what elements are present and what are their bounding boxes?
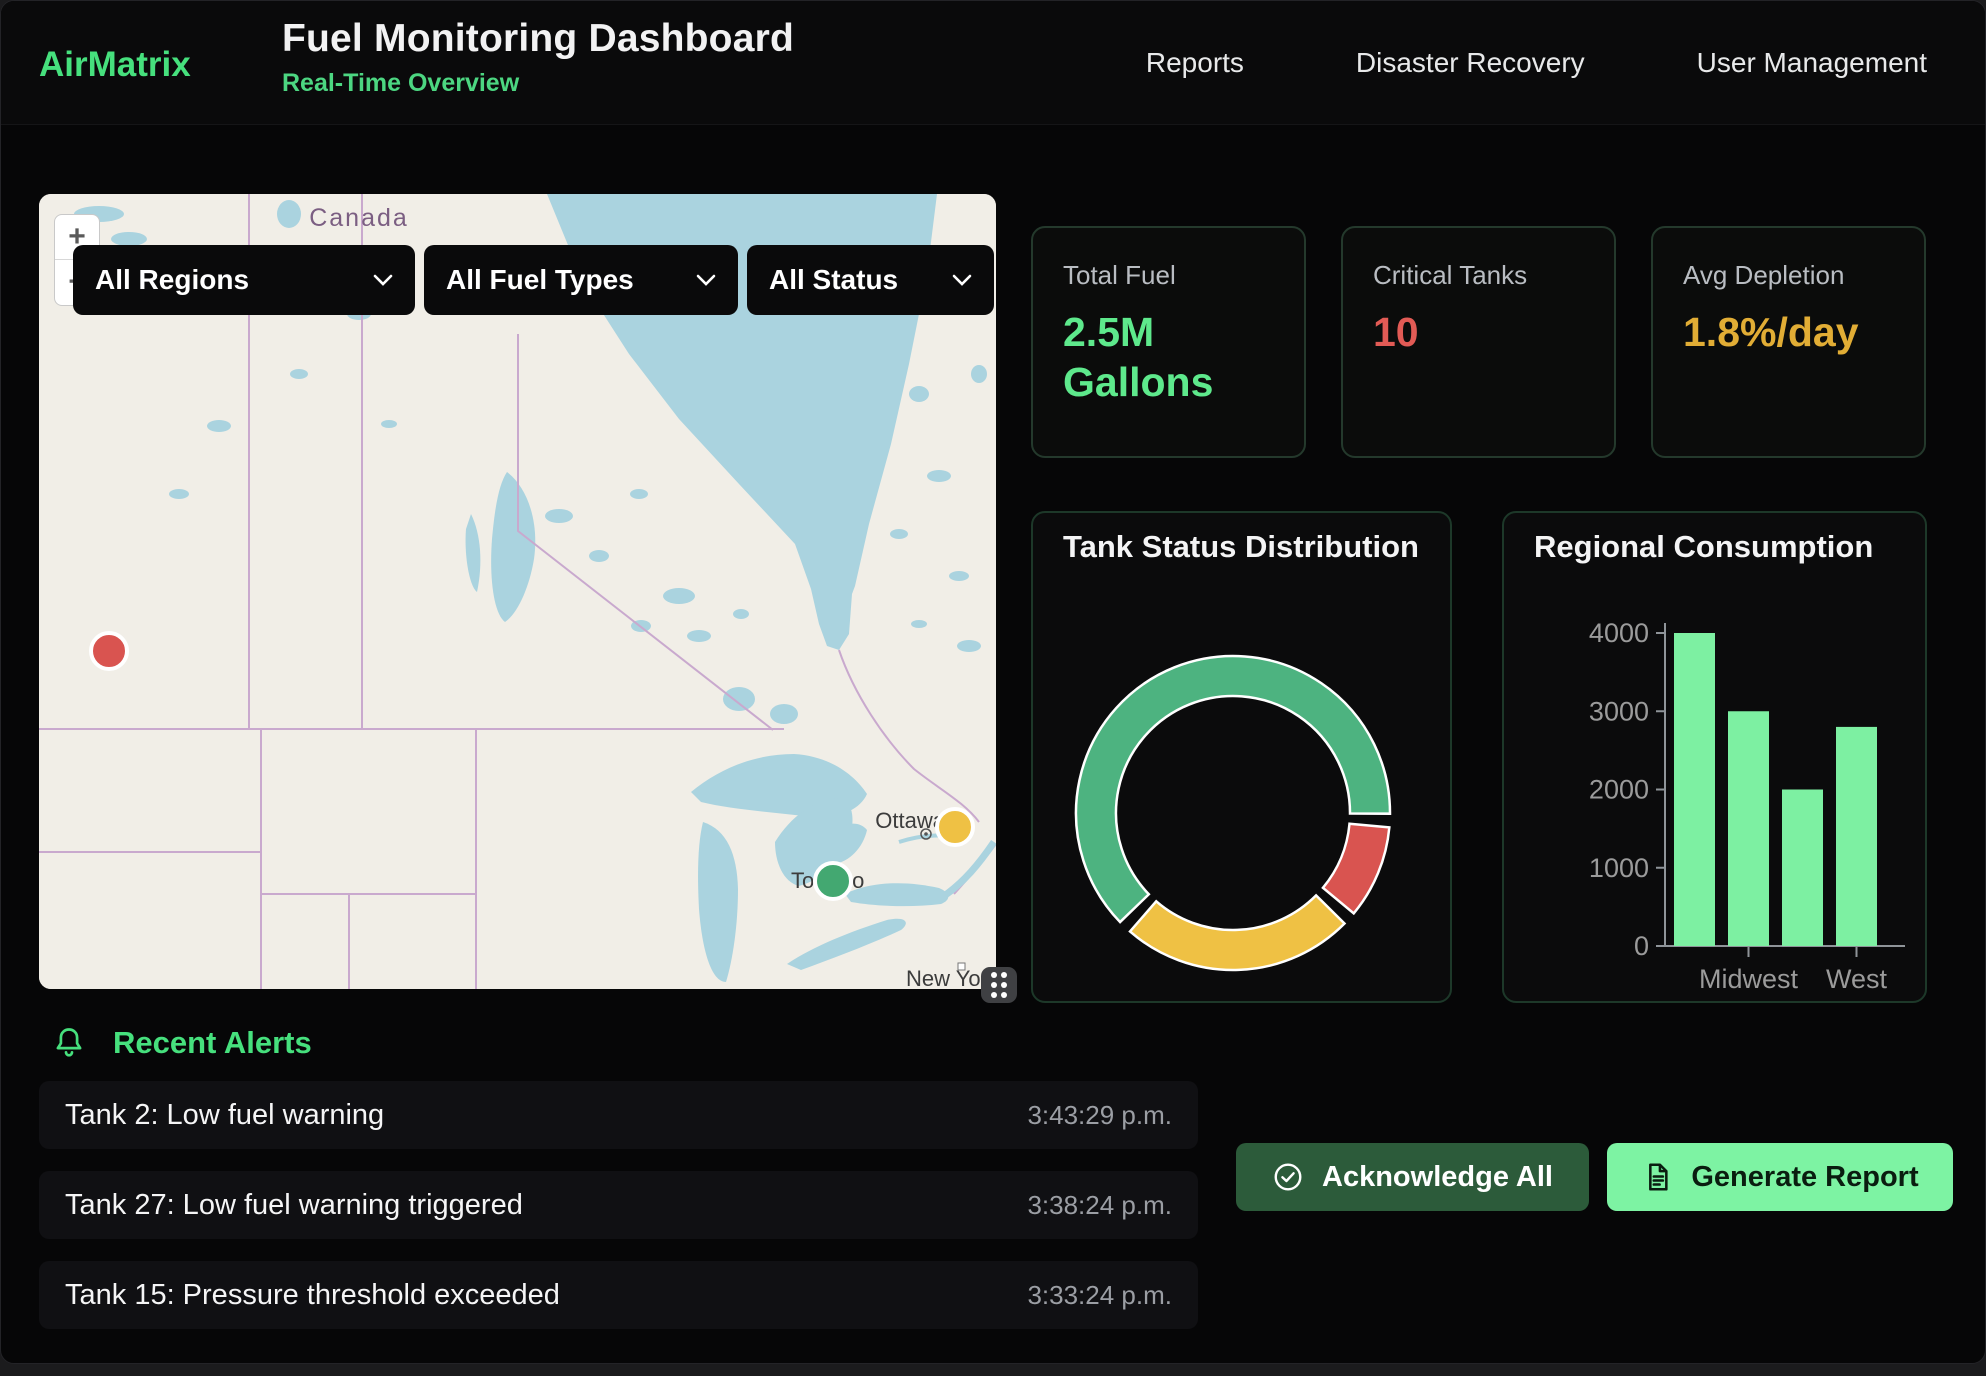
- alert-message: Tank 2: Low fuel warning: [65, 1099, 384, 1132]
- status-filter-dropdown[interactable]: All Status: [747, 245, 994, 315]
- generate-report-button[interactable]: Generate Report: [1607, 1143, 1953, 1211]
- stat-card-total-fuel: Total Fuel 2.5M Gallons: [1031, 226, 1306, 458]
- y-tick-label: 3000: [1589, 696, 1649, 726]
- title-block: Fuel Monitoring Dashboard Real-Time Over…: [282, 17, 794, 98]
- check-circle-icon: [1272, 1161, 1304, 1193]
- page-subtitle: Real-Time Overview: [282, 69, 794, 98]
- warning-tank-marker[interactable]: [935, 807, 975, 847]
- nav-item-reports[interactable]: Reports: [1146, 47, 1244, 79]
- alerts-title: Recent Alerts: [113, 1025, 312, 1061]
- acknowledge-all-label: Acknowledge All: [1322, 1161, 1553, 1194]
- x-tick-label: Midwest: [1699, 964, 1799, 994]
- fuel-types-filter-dropdown[interactable]: All Fuel Types: [424, 245, 738, 315]
- chevron-down-icon: [952, 274, 972, 287]
- regional-consumption-bar-chart: 0 1000 2000 3000 4000 Midwest West: [1504, 513, 1927, 1003]
- regions-filter-dropdown[interactable]: All Regions: [73, 245, 415, 315]
- stat-value: 2.5M Gallons: [1063, 307, 1274, 407]
- nav-item-disaster-recovery[interactable]: Disaster Recovery: [1356, 47, 1585, 79]
- stat-label: Critical Tanks: [1373, 260, 1584, 291]
- tank-status-donut-chart: [1033, 513, 1452, 1003]
- x-tick-label: West: [1826, 964, 1888, 994]
- bar: [1728, 711, 1769, 946]
- alerts-header: Recent Alerts: [51, 1025, 312, 1061]
- regions-filter-label: All Regions: [95, 264, 249, 296]
- tank-status-chart-card: Tank Status Distribution: [1031, 511, 1452, 1003]
- alert-message: Tank 27: Low fuel warning triggered: [65, 1189, 523, 1222]
- main-nav: Reports Disaster Recovery User Managemen…: [1146, 1, 1927, 124]
- dashboard-window: AirMatrix Fuel Monitoring Dashboard Real…: [0, 0, 1986, 1364]
- brand-logo: AirMatrix: [39, 45, 191, 85]
- status-filter-label: All Status: [769, 264, 898, 296]
- generate-report-label: Generate Report: [1691, 1161, 1918, 1194]
- map-label-canada: Canada: [309, 204, 409, 232]
- bar: [1674, 633, 1715, 946]
- regional-consumption-chart-card: Regional Consumption 01000200030004000Mi…: [1502, 511, 1927, 1003]
- bar: [1782, 790, 1823, 947]
- acknowledge-all-button[interactable]: Acknowledge All: [1236, 1143, 1589, 1211]
- map-resize-handle[interactable]: [981, 967, 1017, 1003]
- critical-tank-marker[interactable]: [89, 631, 129, 671]
- stat-value: 1.8%/day: [1683, 307, 1894, 357]
- alert-time: 3:43:29 p.m.: [1027, 1100, 1172, 1131]
- bar: [1836, 727, 1877, 946]
- y-tick-label: 0: [1634, 931, 1649, 961]
- map-panel[interactable]: Canada Ottawa Toronto New York + − All R…: [39, 194, 996, 989]
- y-tick-label: 1000: [1589, 853, 1649, 883]
- map-filter-bar: All Regions All Fuel Types All Status: [73, 245, 994, 315]
- alert-row: Tank 2: Low fuel warning 3:43:29 p.m.: [39, 1081, 1198, 1149]
- document-icon: [1641, 1161, 1673, 1193]
- page-title: Fuel Monitoring Dashboard: [282, 17, 794, 61]
- alert-time: 3:33:24 p.m.: [1027, 1280, 1172, 1311]
- fuel-types-filter-label: All Fuel Types: [446, 264, 634, 296]
- stat-label: Avg Depletion: [1683, 260, 1894, 291]
- alert-message: Tank 15: Pressure threshold exceeded: [65, 1279, 560, 1312]
- nav-item-user-management[interactable]: User Management: [1697, 47, 1927, 79]
- normal-tank-marker[interactable]: [813, 861, 853, 901]
- bell-icon: [51, 1025, 87, 1061]
- header: AirMatrix Fuel Monitoring Dashboard Real…: [1, 1, 1985, 125]
- y-tick-label: 2000: [1589, 775, 1649, 805]
- alert-row: Tank 15: Pressure threshold exceeded 3:3…: [39, 1261, 1198, 1329]
- chevron-down-icon: [696, 274, 716, 287]
- donut-slice-warning: [1130, 895, 1345, 970]
- donut-slice-critical: [1323, 824, 1389, 914]
- alert-row: Tank 27: Low fuel warning triggered 3:38…: [39, 1171, 1198, 1239]
- stat-label: Total Fuel: [1063, 260, 1274, 291]
- stat-card-avg-depletion: Avg Depletion 1.8%/day: [1651, 226, 1926, 458]
- stat-value: 10: [1373, 307, 1584, 357]
- alert-time: 3:38:24 p.m.: [1027, 1190, 1172, 1221]
- y-tick-label: 4000: [1589, 618, 1649, 648]
- stat-card-critical-tanks: Critical Tanks 10: [1341, 226, 1616, 458]
- chevron-down-icon: [373, 274, 393, 287]
